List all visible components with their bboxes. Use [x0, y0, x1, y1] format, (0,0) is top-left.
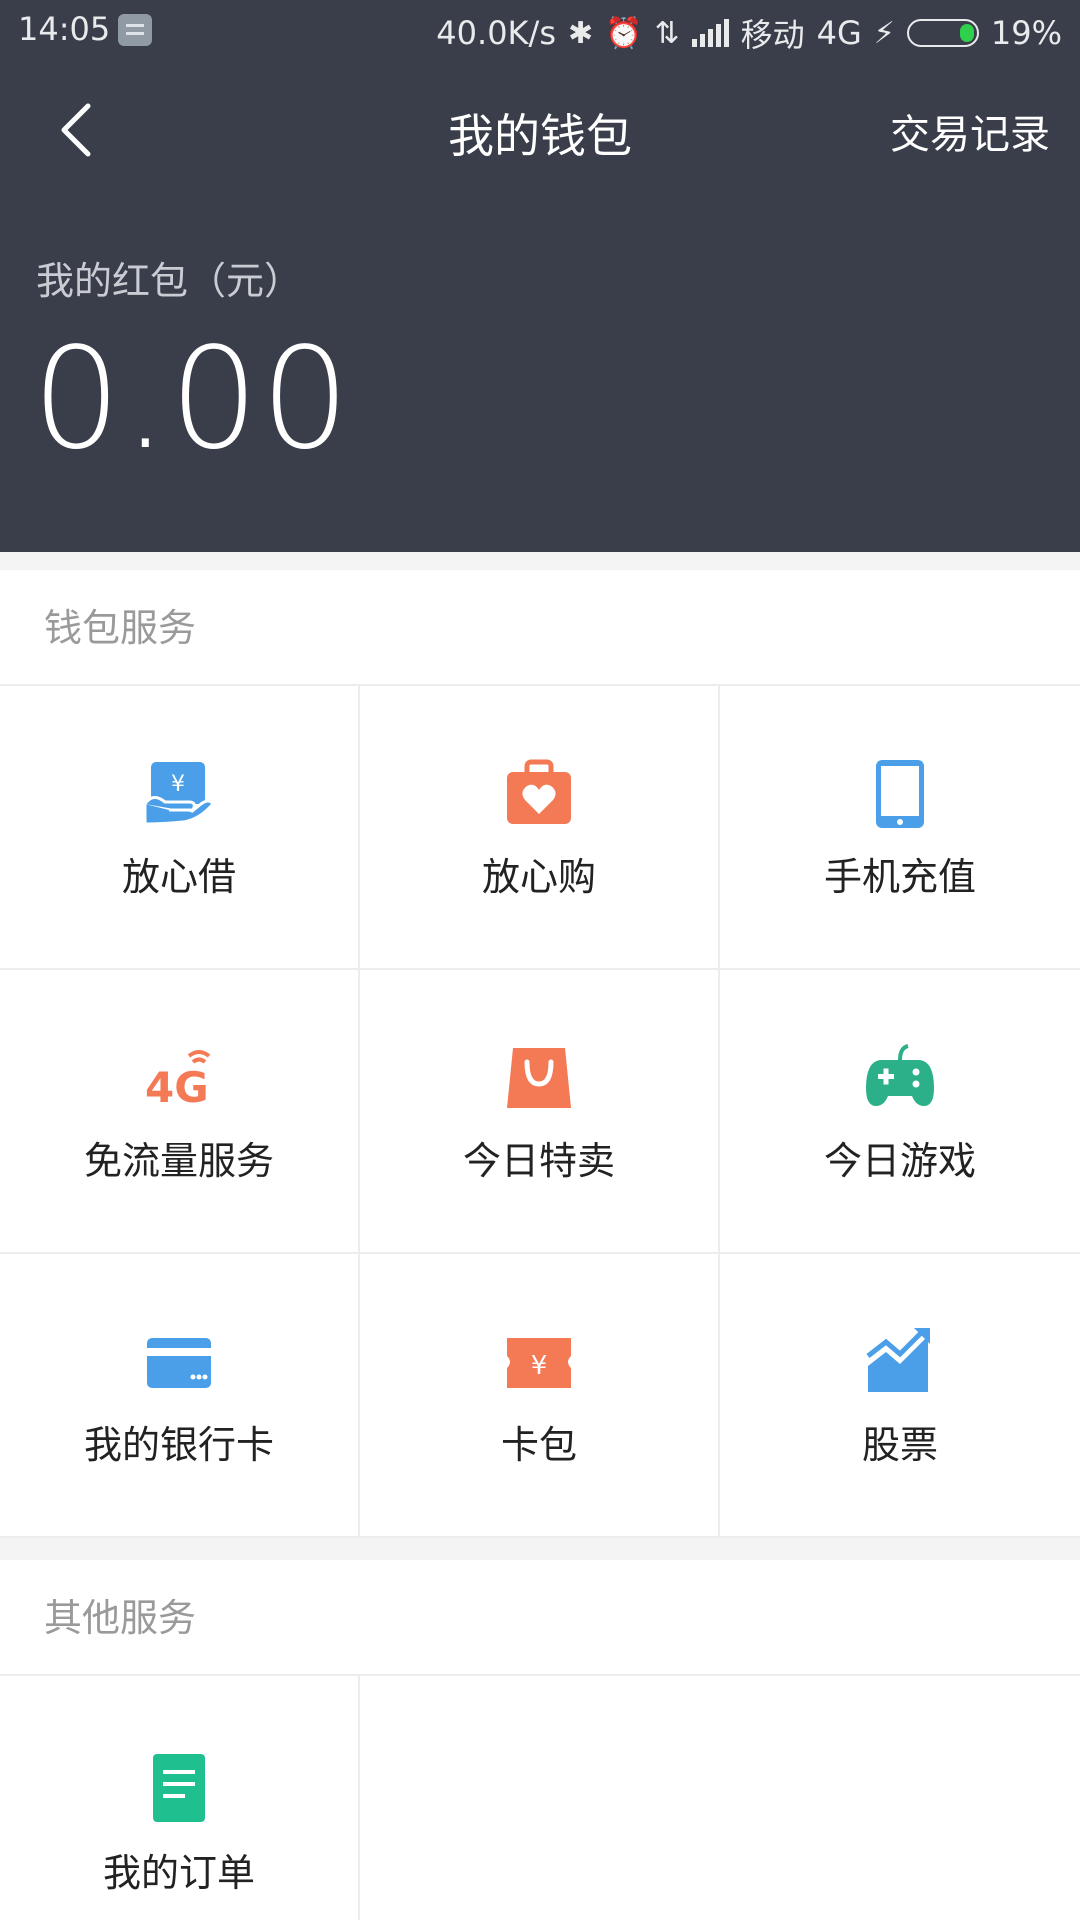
phone-icon — [876, 760, 924, 828]
notification-message-icon — [118, 14, 152, 46]
service-loan[interactable]: ¥ 放心借 — [0, 686, 360, 970]
wallet-header: 14:05 40.0K/s ✱ ⏰ ⇅ 移动 4G ⚡ 19% 我的钱包 交易记… — [0, 0, 1080, 552]
network-type: 4G — [816, 14, 862, 52]
wallet-services-grid: ¥ 放心借 放心购 手机充值 4G 免流量服务 今日特卖 今日游戏 我的银行卡 … — [0, 686, 1080, 1538]
service-my-orders[interactable]: 我的订单 — [0, 1676, 360, 1920]
bluetooth-icon: ✱ — [567, 15, 594, 51]
other-services-grid: 我的订单 — [0, 1676, 1080, 1920]
gamepad-icon — [866, 1044, 934, 1106]
stock-chart-icon — [866, 1328, 930, 1392]
alarm-icon: ⏰ — [605, 15, 643, 51]
empty-cell — [720, 1676, 1080, 1920]
section-title: 其他服务 — [0, 1560, 1080, 1676]
4g-data-icon: 4G — [145, 1050, 211, 1112]
data-transfer-icon: ⇅ — [654, 15, 680, 51]
service-label: 卡包 — [500, 1423, 577, 1467]
nav-bar: 我的钱包 交易记录 — [0, 80, 1080, 180]
other-services-section: 其他服务 我的订单 — [0, 1560, 1080, 1920]
service-label: 免流量服务 — [83, 1139, 274, 1183]
status-right: 40.0K/s ✱ ⏰ ⇅ 移动 4G ⚡ 19% — [436, 10, 1062, 56]
status-bar: 14:05 40.0K/s ✱ ⏰ ⇅ 移动 4G ⚡ 19% — [0, 0, 1080, 60]
battery-icon — [906, 19, 979, 47]
svg-text:4G: 4G — [145, 1063, 209, 1112]
service-label: 我的订单 — [102, 1851, 255, 1895]
service-label: 放心借 — [121, 855, 236, 899]
service-phone-recharge[interactable]: 手机充值 — [720, 686, 1080, 970]
service-label: 股票 — [861, 1423, 938, 1467]
shopping-bag-icon — [507, 1048, 571, 1108]
service-label: 放心购 — [481, 855, 596, 899]
shopping-heart-bag-icon — [507, 759, 571, 824]
signal-strength-icon — [691, 19, 729, 47]
service-label: 今日游戏 — [823, 1139, 976, 1183]
service-safe-shopping[interactable]: 放心购 — [360, 686, 720, 970]
red-packet-label: 我的红包（元） — [36, 259, 303, 303]
status-time: 14:05 — [18, 10, 111, 48]
bank-card-icon — [147, 1338, 211, 1388]
red-packet-balance[interactable]: 0.00 — [32, 330, 352, 470]
service-free-data[interactable]: 4G 免流量服务 — [0, 970, 360, 1254]
service-card-wallet[interactable]: ¥ 卡包 — [360, 1254, 720, 1538]
svg-text:¥: ¥ — [171, 772, 185, 797]
section-title: 钱包服务 — [0, 570, 1080, 686]
loan-icon: ¥ — [143, 762, 215, 826]
svg-text:¥: ¥ — [531, 1351, 548, 1381]
battery-level: 19% — [990, 14, 1062, 52]
empty-cell — [360, 1676, 720, 1920]
service-label: 我的银行卡 — [83, 1423, 274, 1467]
network-speed: 40.0K/s — [436, 14, 556, 52]
service-daily-games[interactable]: 今日游戏 — [720, 970, 1080, 1254]
service-daily-deals[interactable]: 今日特卖 — [360, 970, 720, 1254]
wallet-services-section: 钱包服务 ¥ 放心借 放心购 手机充值 4G 免流量服务 今日特卖 今日游戏 我… — [0, 570, 1080, 1538]
charging-icon: ⚡ — [873, 15, 895, 51]
order-document-icon — [153, 1754, 205, 1822]
service-label: 今日特卖 — [462, 1139, 615, 1183]
carrier-name: 移动 — [740, 16, 805, 54]
coupon-icon: ¥ — [507, 1338, 571, 1388]
service-stocks[interactable]: 股票 — [720, 1254, 1080, 1538]
service-bank-cards[interactable]: 我的银行卡 — [0, 1254, 360, 1538]
transaction-records-link[interactable]: 交易记录 — [890, 102, 1050, 160]
service-label: 手机充值 — [823, 855, 976, 899]
